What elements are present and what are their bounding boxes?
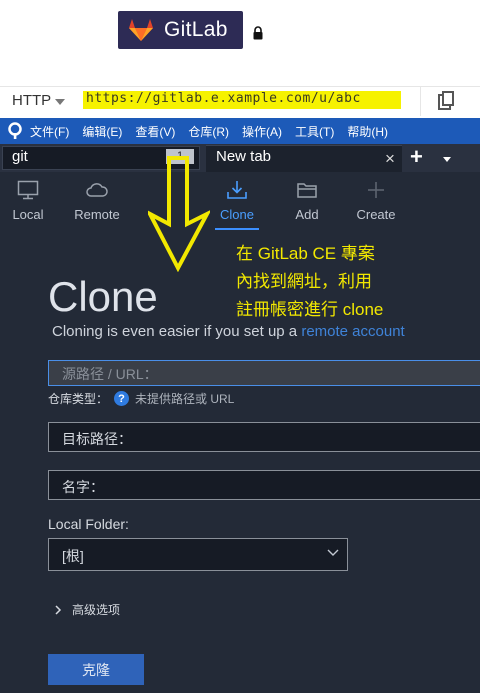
search-value: git bbox=[12, 148, 28, 165]
gitlab-logo-text: GitLab bbox=[164, 18, 228, 41]
annotation-line-2: 內找到網址，利用 bbox=[236, 272, 372, 291]
clone-url-field[interactable]: https://gitlab.e.xample.com/u/abc bbox=[86, 91, 361, 106]
lock-icon bbox=[253, 26, 263, 40]
repo-type-label: 仓库类型： bbox=[48, 392, 109, 406]
menu-edit[interactable]: 编辑(E) bbox=[82, 123, 122, 140]
tab-close-icon[interactable]: × bbox=[385, 149, 395, 169]
copy-url-button[interactable] bbox=[420, 86, 471, 116]
toolbar-local-label: Local bbox=[12, 207, 44, 222]
menu-tools[interactable]: 工具(T) bbox=[295, 123, 334, 140]
toolbar-add-button[interactable]: Add bbox=[276, 180, 338, 222]
toolbar-create-button[interactable]: Create bbox=[345, 180, 407, 222]
protocol-select[interactable]: HTTP bbox=[12, 92, 66, 109]
gitlab-fox-icon bbox=[129, 19, 153, 41]
toolbar-local-button[interactable]: Local bbox=[0, 180, 59, 222]
source-url-placeholder: 源路径 / URL： bbox=[62, 366, 158, 382]
toolbar-clone-label: Clone bbox=[220, 207, 254, 222]
advanced-options-label: 高级选项 bbox=[72, 603, 121, 617]
chevron-down-icon bbox=[55, 98, 66, 105]
plus-icon bbox=[368, 182, 384, 198]
repo-type-row: 仓库类型： ? 未提供路径或 URL bbox=[48, 390, 234, 407]
monitor-icon bbox=[17, 180, 39, 200]
menu-view[interactable]: 查看(V) bbox=[135, 123, 175, 140]
local-folder-select[interactable] bbox=[48, 538, 348, 571]
tab-new-tab-label: New tab bbox=[216, 148, 272, 165]
protocol-value: HTTP bbox=[12, 92, 52, 109]
clone-subtitle-text: Cloning is even easier if you set up a bbox=[52, 323, 298, 340]
toolbar-remote-button[interactable]: Remote bbox=[66, 180, 128, 222]
page-title: Clone bbox=[48, 273, 158, 320]
help-icon[interactable]: ? bbox=[114, 391, 130, 406]
clone-button[interactable]: 克隆 bbox=[48, 654, 144, 685]
destination-path-label: 目标路径： bbox=[62, 431, 132, 447]
menu-bar: 文件(F) 编辑(E) 查看(V) 仓库(R) 操作(A) 工具(T) 帮助(H… bbox=[0, 118, 480, 144]
annotation-note: 在 GitLab CE 專案 內找到網址，利用 註冊帳密進行 clone bbox=[236, 240, 466, 324]
cloud-icon bbox=[86, 183, 108, 197]
tab-menu-chevron-icon[interactable] bbox=[443, 157, 451, 162]
local-folder-label: Local Folder: bbox=[48, 516, 129, 532]
menu-actions[interactable]: 操作(A) bbox=[242, 123, 282, 140]
local-folder-value: [根] bbox=[62, 548, 84, 564]
repo-type-value: 未提供路径或 URL bbox=[135, 392, 235, 406]
chevron-right-icon bbox=[55, 604, 62, 615]
download-icon bbox=[227, 181, 247, 199]
annotation-line-3: 註冊帳密進行 clone bbox=[236, 300, 384, 319]
clipboard-icon bbox=[438, 91, 454, 110]
remote-account-link[interactable]: remote account bbox=[301, 323, 404, 340]
menu-help[interactable]: 帮助(H) bbox=[347, 123, 388, 140]
menu-repository[interactable]: 仓库(R) bbox=[188, 123, 229, 140]
toolbar-add-label: Add bbox=[295, 207, 319, 222]
folder-icon bbox=[297, 183, 317, 198]
clone-subtitle: Cloning is even easier if you set up a r… bbox=[52, 323, 405, 340]
name-label: 名字： bbox=[62, 479, 104, 495]
annotation-line-1: 在 GitLab CE 專案 bbox=[236, 244, 375, 263]
toolbar-clone-button[interactable]: Clone bbox=[206, 180, 268, 222]
toolbar-create-label: Create bbox=[356, 207, 396, 222]
add-tab-icon[interactable]: + bbox=[410, 144, 423, 170]
sourcetree-icon[interactable] bbox=[0, 122, 30, 140]
toolbar-remote-label: Remote bbox=[74, 207, 120, 222]
annotation-arrow-down-icon bbox=[148, 156, 210, 272]
gitlab-logo[interactable]: GitLab bbox=[118, 11, 243, 49]
name-input[interactable] bbox=[48, 470, 480, 500]
menu-file[interactable]: 文件(F) bbox=[30, 123, 69, 140]
advanced-options-toggle[interactable]: 高级选项 bbox=[54, 601, 120, 618]
chevron-down-icon bbox=[327, 549, 339, 556]
